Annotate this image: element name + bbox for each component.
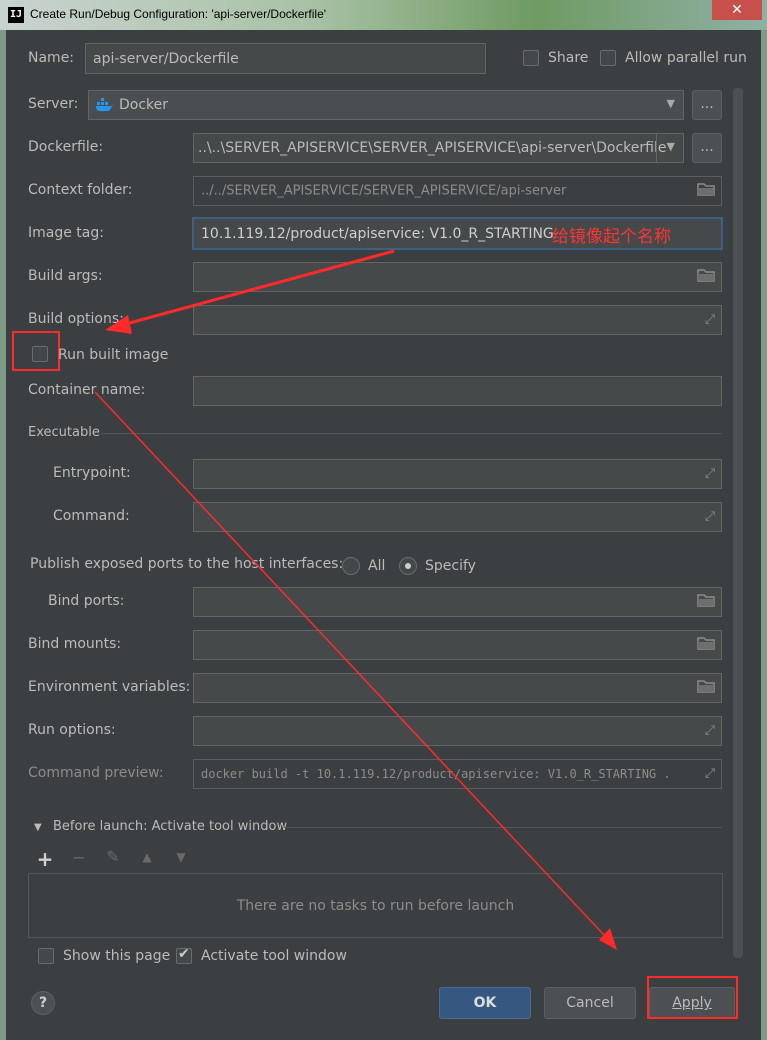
annotation-arrow-line [94, 391, 605, 936]
annotation-arrow-line [121, 249, 395, 327]
annotation-arrowhead [105, 315, 132, 334]
annotation-arrowhead [599, 928, 617, 950]
annotation-arrows [94, 249, 617, 950]
